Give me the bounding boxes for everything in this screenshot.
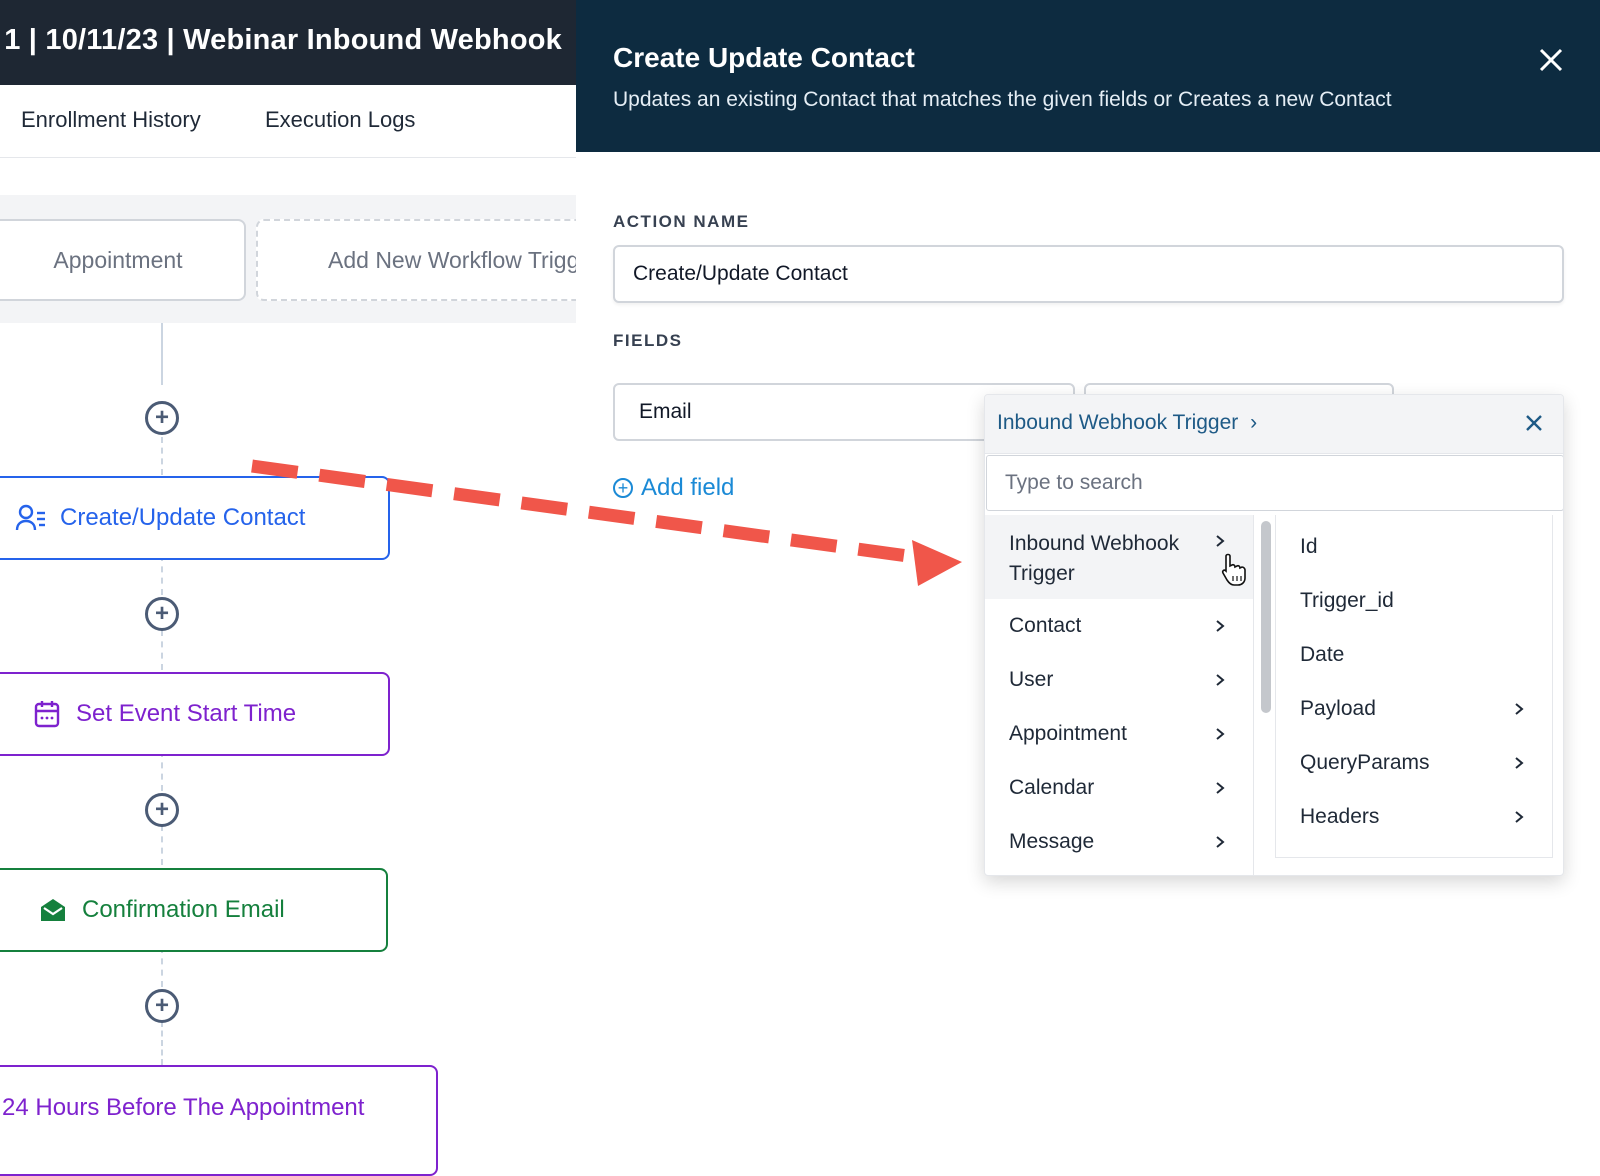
workflow-header: ple 1 | 10/11/23 | Webinar Inbound Webho… — [0, 0, 576, 85]
connector-line — [161, 751, 163, 791]
picker-breadcrumb[interactable]: Inbound Webhook Trigger › — [997, 411, 1257, 435]
option-trigger-id[interactable]: Trigger_id — [1276, 581, 1552, 621]
node-wait-24-hours[interactable]: 24 Hours Before The Appointment — [0, 1065, 438, 1176]
option-message[interactable]: Message — [985, 815, 1253, 869]
option-label: Contact — [1009, 614, 1082, 637]
fields-label: FIELDS — [613, 331, 683, 350]
drawer-subtitle: Updates an existing Contact that matches… — [613, 88, 1392, 111]
connector-line — [161, 323, 163, 385]
option-label: Date — [1300, 643, 1345, 666]
option-label: Message — [1009, 830, 1095, 853]
option-headers[interactable]: Headers — [1276, 797, 1552, 837]
close-icon[interactable] — [1531, 40, 1571, 80]
option-label: Trigger_id — [1300, 589, 1394, 612]
node-label: Create/Update Contact — [60, 504, 306, 531]
option-label: User — [1009, 668, 1054, 691]
option-calendar[interactable]: Calendar — [985, 761, 1253, 815]
node-label: Confirmation Email — [82, 896, 285, 923]
add-step-button[interactable]: + — [145, 401, 179, 435]
trigger-strip: Appointment Add New Workflow Trigger — [0, 195, 660, 323]
value-picker-popover: Inbound Webhook Trigger › Inbound Webhoo… — [984, 394, 1564, 876]
picker-field-list: Id Trigger_id Date Payload QueryParams H… — [1275, 515, 1553, 858]
connector-line — [161, 825, 163, 865]
trigger-appointment[interactable]: Appointment — [0, 219, 246, 301]
option-label: QueryParams — [1300, 751, 1430, 774]
option-user[interactable]: User — [985, 653, 1253, 707]
connector-line — [161, 437, 163, 475]
chevron-right-icon — [1515, 811, 1524, 823]
picker-header: Inbound Webhook Trigger › — [985, 395, 1563, 454]
add-field-label: Add field — [641, 474, 735, 501]
option-queryparams[interactable]: QueryParams — [1276, 743, 1552, 783]
chevron-right-icon — [1216, 535, 1225, 547]
option-date[interactable]: Date — [1276, 635, 1552, 675]
add-step-button[interactable]: + — [145, 989, 179, 1023]
option-label: Payload — [1300, 697, 1376, 720]
user-list-icon — [14, 501, 48, 535]
add-field-button[interactable]: + Add field — [613, 474, 734, 502]
breadcrumb-label: Inbound Webhook Trigger — [997, 411, 1239, 434]
option-appointment[interactable]: Appointment — [985, 707, 1253, 761]
envelope-open-icon — [36, 893, 70, 927]
chevron-right-icon — [1216, 836, 1225, 848]
calendar-icon — [30, 697, 64, 731]
add-step-button[interactable]: + — [145, 793, 179, 827]
action-name-input[interactable] — [613, 245, 1564, 303]
close-icon[interactable] — [1520, 409, 1548, 437]
workflow-tabs: Enrollment History Execution Logs — [0, 85, 576, 158]
drawer-header: Create Update Contact Updates an existin… — [576, 0, 1600, 152]
plus-circle-icon: + — [613, 478, 633, 498]
chevron-right-icon — [1216, 674, 1225, 686]
node-label: 24 Hours Before The Appointment — [2, 1094, 365, 1121]
chevron-right-icon — [1216, 620, 1225, 632]
picker-category-list: Inbound Webhook Trigger Contact User App… — [985, 515, 1254, 875]
option-label: Appointment — [1009, 722, 1127, 745]
drawer-title: Create Update Contact — [613, 42, 915, 73]
connector-line — [161, 1021, 163, 1065]
option-label: Inbound Webhook Trigger — [1009, 529, 1179, 589]
add-step-button[interactable]: + — [145, 597, 179, 631]
node-set-event-start-time[interactable]: Set Event Start Time — [0, 672, 390, 756]
workflow-title: ple 1 | 10/11/23 | Webinar Inbound Webho… — [0, 24, 562, 56]
connector-line — [161, 555, 163, 595]
picker-search-input[interactable] — [986, 455, 1563, 511]
picker-scrollbar[interactable] — [1261, 521, 1271, 713]
connector-line — [161, 630, 163, 670]
chevron-right-icon — [1515, 757, 1524, 769]
chevron-right-icon: › — [1250, 411, 1258, 434]
tab-enrollment-history[interactable]: Enrollment History — [21, 107, 201, 133]
option-label: Headers — [1300, 805, 1380, 828]
option-label-line: Inbound Webhook — [1009, 532, 1180, 555]
action-name-label: ACTION NAME — [613, 212, 750, 231]
connector-line — [161, 947, 163, 987]
chevron-right-icon — [1216, 782, 1225, 794]
node-label: Set Event Start Time — [76, 700, 297, 727]
option-payload[interactable]: Payload — [1276, 689, 1552, 729]
option-contact[interactable]: Contact — [985, 599, 1253, 653]
chevron-right-icon — [1515, 703, 1524, 715]
option-label: Id — [1300, 535, 1318, 558]
option-label: Calendar — [1009, 776, 1095, 799]
option-id[interactable]: Id — [1276, 527, 1552, 567]
option-inbound-webhook-trigger[interactable]: Inbound Webhook Trigger — [985, 515, 1253, 599]
tab-execution-logs[interactable]: Execution Logs — [265, 107, 415, 133]
chevron-right-icon — [1216, 728, 1225, 740]
node-create-update-contact[interactable]: Create/Update Contact — [0, 476, 390, 560]
node-confirmation-email[interactable]: Confirmation Email — [0, 868, 388, 952]
option-label-line: Trigger — [1009, 562, 1075, 585]
